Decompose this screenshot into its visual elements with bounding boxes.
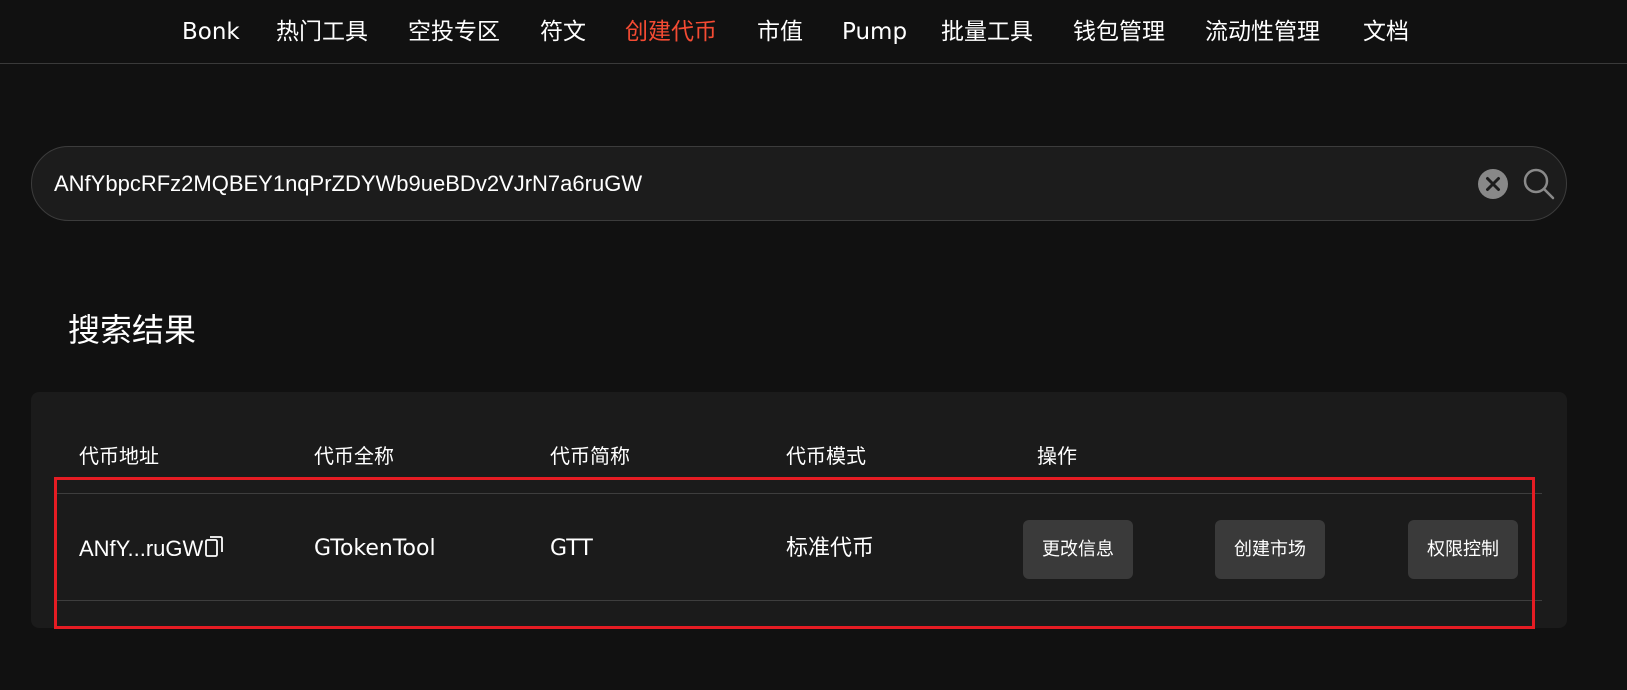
column-header-full-name: 代币全称 bbox=[314, 444, 394, 468]
create-market-button[interactable]: 创建市场 bbox=[1215, 520, 1325, 579]
results-table bbox=[31, 392, 1567, 628]
token-mode: 标准代币 bbox=[786, 536, 875, 561]
search-bar bbox=[31, 146, 1567, 221]
token-full-name: GTokenTool bbox=[314, 536, 436, 561]
nav-item-batch-tools[interactable]: 批量工具 bbox=[941, 16, 1033, 48]
token-address: ANfY...ruGW bbox=[79, 536, 204, 561]
token-address-cell: ANfY...ruGW bbox=[79, 533, 224, 565]
nav-item-wallet-management[interactable]: 钱包管理 bbox=[1073, 16, 1165, 48]
column-header-actions: 操作 bbox=[1037, 444, 1077, 468]
nav-item-docs[interactable]: 文档 bbox=[1363, 16, 1409, 48]
nav-item-bonk[interactable]: Bonk bbox=[182, 16, 240, 48]
nav-item-liquidity-management[interactable]: 流动性管理 bbox=[1205, 16, 1320, 48]
edit-info-button[interactable]: 更改信息 bbox=[1023, 520, 1133, 579]
copy-icon[interactable] bbox=[204, 535, 224, 559]
close-circle-icon[interactable] bbox=[1478, 169, 1508, 199]
nav-item-hot-tools[interactable]: 热门工具 bbox=[276, 16, 368, 48]
search-input[interactable] bbox=[54, 147, 1434, 220]
column-header-mode: 代币模式 bbox=[786, 444, 866, 468]
nav-item-runes[interactable]: 符文 bbox=[540, 16, 586, 48]
column-header-address: 代币地址 bbox=[79, 444, 159, 468]
nav-item-create-token[interactable]: 创建代币 bbox=[625, 16, 717, 48]
search-results-title: 搜索结果 bbox=[68, 311, 197, 349]
nav-item-pump[interactable]: Pump bbox=[842, 16, 907, 48]
top-nav: Bonk 热门工具 空投专区 符文 创建代币 市值 Pump 批量工具 钱包管理… bbox=[0, 0, 1627, 64]
table-row-divider bbox=[57, 600, 1542, 601]
nav-item-market-cap[interactable]: 市值 bbox=[757, 16, 803, 48]
authority-control-button[interactable]: 权限控制 bbox=[1408, 520, 1518, 579]
column-header-short-name: 代币简称 bbox=[550, 444, 630, 468]
page: Bonk 热门工具 空投专区 符文 创建代币 市值 Pump 批量工具 钱包管理… bbox=[0, 0, 1627, 690]
table-row-divider bbox=[57, 493, 1542, 494]
nav-item-airdrop[interactable]: 空投专区 bbox=[408, 16, 500, 48]
magnifier-icon[interactable] bbox=[1522, 167, 1556, 201]
token-short-name: GTT bbox=[550, 536, 593, 561]
